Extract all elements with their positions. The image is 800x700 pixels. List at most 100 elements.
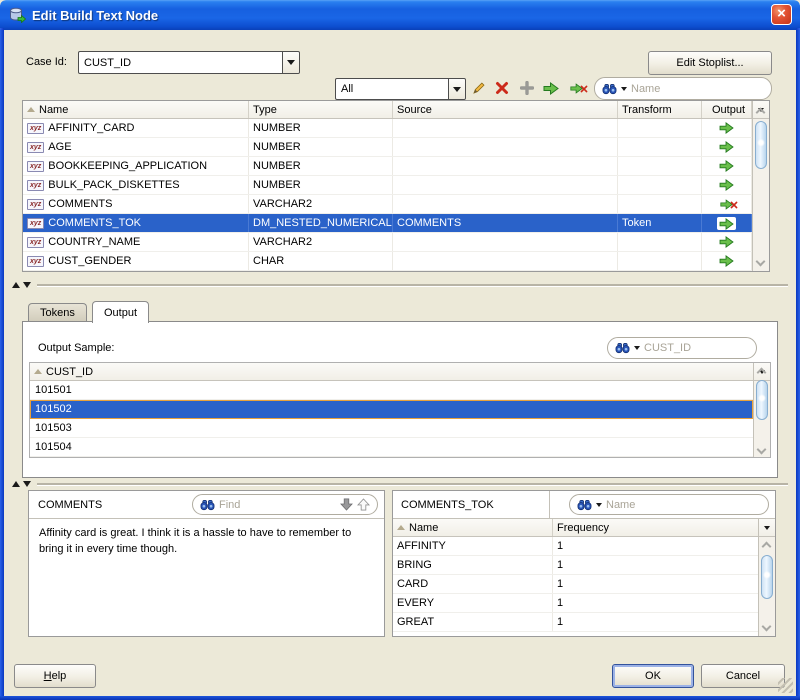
delete-button[interactable] (492, 79, 512, 97)
table-row-bulk-pack-diskettes[interactable]: xyzBULK_PACK_DISKETTES NUMBER (23, 176, 752, 195)
token-table-header[interactable]: Name Frequency (393, 519, 758, 537)
attribute-xyz-icon: xyz (27, 161, 44, 172)
token-frequency: 1 (553, 594, 758, 612)
binoculars-icon[interactable] (615, 342, 630, 354)
table-row-bookkeeping-application[interactable]: xyz BOOKKEEPING_APPLICATION NUMBER (23, 157, 752, 176)
cust-id-header[interactable]: CUST_ID (30, 363, 753, 381)
search-options-caret-icon[interactable] (621, 87, 627, 91)
binoculars-icon[interactable] (602, 83, 617, 95)
table-row-age[interactable]: xyzAGE NUMBER (23, 138, 752, 157)
include-output-button[interactable] (541, 79, 561, 97)
table-row-affinity-card[interactable]: xyzAFFINITY_CARD NUMBER (23, 119, 752, 138)
token-row[interactable]: EVERY 1 (393, 594, 758, 613)
output-include-icon (719, 122, 734, 134)
green-arrow-icon (543, 82, 559, 95)
collapse-up-icon[interactable] (12, 282, 20, 288)
green-arrow-red-x-icon (570, 83, 583, 94)
attr-name: BOOKKEEPING_APPLICATION (48, 160, 207, 172)
tab-output[interactable]: Output (92, 301, 149, 323)
sample-row[interactable]: 101503 (30, 419, 753, 438)
find-next-down-icon[interactable] (340, 498, 353, 511)
attr-type: NUMBER (249, 157, 393, 175)
find-previous-up-icon[interactable] (357, 498, 370, 511)
ok-button[interactable]: OK (612, 664, 694, 688)
column-options-button[interactable] (759, 519, 775, 537)
table-row-comments[interactable]: xyzCOMMENTS VARCHAR2 (23, 195, 752, 214)
comments-tok-title: COMMENTS_TOK (393, 491, 550, 518)
token-table-scrollbar[interactable] (758, 519, 775, 636)
title-bar[interactable]: Edit Build Text Node × (0, 0, 800, 30)
exclude-output-button[interactable] (566, 79, 586, 97)
binoculars-icon[interactable] (200, 499, 215, 511)
comments-title: COMMENTS (29, 499, 102, 511)
scroll-down-icon[interactable] (762, 622, 772, 632)
scrollbar-thumb[interactable] (761, 555, 773, 599)
sample-row[interactable]: 101501 (30, 381, 753, 400)
binoculars-icon[interactable] (577, 499, 592, 511)
output-include-icon (719, 218, 734, 230)
attr-source (393, 157, 618, 175)
attr-source (393, 252, 618, 270)
attr-name: COMMENTS (48, 198, 112, 210)
output-sample-scrollbar[interactable] (753, 363, 770, 457)
scroll-up-icon[interactable] (762, 542, 772, 552)
token-row[interactable]: GREAT 1 (393, 613, 758, 632)
resize-grip[interactable] (778, 678, 793, 693)
cancel-button[interactable]: Cancel (701, 664, 785, 688)
close-button[interactable]: × (771, 4, 792, 25)
output-include-icon (719, 179, 734, 191)
attributes-table-scrollbar[interactable] (752, 101, 769, 271)
sample-row-selected[interactable]: 101502 (30, 400, 753, 419)
collapse-down-icon[interactable] (23, 282, 31, 288)
attr-transform (618, 195, 702, 213)
token-row[interactable]: CARD 1 (393, 575, 758, 594)
splitter-bottom[interactable] (12, 480, 788, 488)
add-button[interactable] (517, 79, 537, 97)
token-frequency: 1 (553, 575, 758, 593)
attr-transform (618, 138, 702, 156)
token-name: BRING (393, 556, 553, 574)
token-name: GREAT (393, 613, 553, 631)
scrollbar-thumb[interactable] (756, 380, 768, 420)
case-id-combobox[interactable]: CUST_ID (78, 51, 300, 74)
comments-tok-panel: COMMENTS_TOK Name Name Frequency AFFINIT… (392, 490, 776, 637)
token-name: AFFINITY (393, 537, 553, 555)
search-options-caret-icon[interactable] (596, 503, 602, 507)
plus-icon (520, 81, 534, 95)
splitter-groove[interactable] (37, 284, 788, 286)
table-row-country-name[interactable]: xyzCOUNTRY_NAME VARCHAR2 (23, 233, 752, 252)
edit-stoplist-button[interactable]: Edit Stoplist... (648, 51, 772, 75)
attributes-table-header[interactable]: Name Type Source Transform Output (23, 101, 752, 119)
scroll-down-icon[interactable] (756, 257, 766, 267)
cancel-label: Cancel (726, 670, 760, 682)
cust-id-value: 101502 (35, 403, 72, 415)
token-search-input[interactable]: Name (569, 494, 769, 515)
help-button[interactable]: Help (14, 664, 96, 688)
collapse-down-icon[interactable] (23, 481, 31, 487)
attr-name: AGE (48, 141, 71, 153)
filter-dropdown-button[interactable] (448, 79, 465, 99)
sample-row[interactable]: 101504 (30, 438, 753, 457)
table-row-comments-tok-selected[interactable]: xyzCOMMENTS_TOK DM_NESTED_NUMERICALS COM… (23, 214, 752, 233)
collapse-up-icon[interactable] (12, 481, 20, 487)
token-frequency-table: Name Frequency AFFINITY 1 BRING 1 CARD 1… (393, 519, 775, 636)
table-row-cust-gender[interactable]: xyzCUST_GENDER CHAR (23, 252, 752, 271)
search-options-caret-icon[interactable] (634, 346, 640, 350)
attribute-xyz-icon: xyz (27, 199, 44, 210)
filter-combobox[interactable]: All (335, 78, 466, 100)
splitter-groove[interactable] (37, 483, 788, 485)
tab-tokens[interactable]: Tokens (28, 303, 87, 321)
scroll-down-icon[interactable] (757, 445, 767, 455)
splitter-top[interactable] (12, 281, 788, 289)
scrollbar-thumb[interactable] (755, 121, 767, 169)
token-row[interactable]: AFFINITY 1 (393, 537, 758, 556)
case-id-dropdown-button[interactable] (282, 52, 299, 73)
cust-id-col-label: CUST_ID (46, 366, 93, 378)
token-row[interactable]: BRING 1 (393, 556, 758, 575)
sort-ascending-icon (34, 369, 42, 374)
attribute-search-input[interactable]: Name (594, 77, 772, 100)
edit-button[interactable] (468, 79, 488, 97)
cust-id-value: 101504 (35, 441, 72, 453)
comments-find-input[interactable]: Find (192, 494, 378, 515)
output-sample-search-input[interactable]: CUST_ID (607, 337, 757, 359)
